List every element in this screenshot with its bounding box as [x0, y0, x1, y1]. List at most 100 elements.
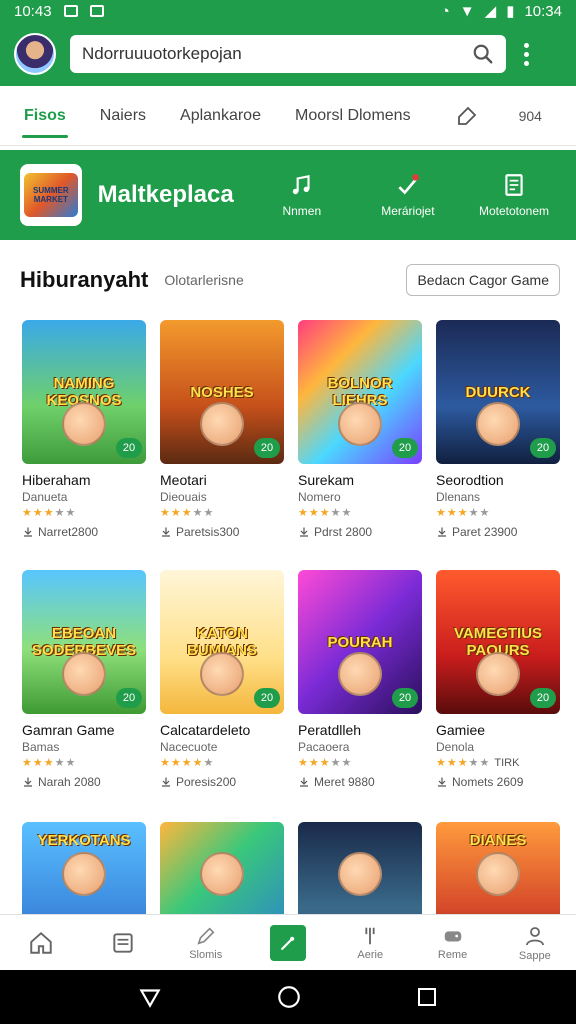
- list-icon: [113, 932, 134, 953]
- game-thumbnail[interactable]: DIANES: [436, 822, 560, 914]
- character-art: [476, 652, 520, 696]
- game-developer: Danueta: [22, 490, 68, 504]
- game-thumbnail[interactable]: DUURCK 20: [436, 320, 560, 464]
- banner-nav-label: Motetotonem: [478, 204, 549, 218]
- game-thumbnail[interactable]: BOLNOR LIEHRS 20: [298, 320, 422, 464]
- nav-reme[interactable]: Reme: [423, 925, 483, 961]
- character-art: [200, 652, 244, 696]
- thumbnail-title: DIANES: [469, 832, 527, 849]
- game-meta-text: Paretsis300: [176, 525, 240, 539]
- game-thumbnail[interactable]: VAMEGTIUS PAOURS 20: [436, 570, 560, 714]
- download-icon: [438, 527, 446, 537]
- game-card-partial[interactable]: YERKOTANS: [22, 822, 146, 914]
- document-icon: [505, 174, 523, 196]
- game-card[interactable]: VAMEGTIUS PAOURS 20 Gamiee Denola ★★★★★ …: [436, 570, 560, 806]
- download-icon: [300, 777, 308, 787]
- tab-count: 904: [518, 107, 542, 124]
- game-grid-partial-row: YERKOTANS DIANES: [22, 822, 562, 914]
- tab-aplankaroe[interactable]: Aplankaroe: [180, 86, 261, 146]
- nav-label: Reme: [437, 948, 468, 961]
- banner-nav-documents[interactable]: Motetotonem: [472, 172, 556, 218]
- nav-aerie[interactable]: Aerie: [340, 925, 400, 961]
- rating-badge: 20: [254, 688, 280, 708]
- game-thumbnail[interactable]: EBEOAN SODERBEVES 20: [22, 570, 146, 714]
- game-meta-text: Narah 2080: [38, 775, 101, 789]
- star-rating: ★★★★★: [160, 757, 215, 769]
- game-thumbnail[interactable]: [160, 822, 284, 914]
- game-title[interactable]: Gamran Game: [22, 722, 146, 738]
- game-title[interactable]: Surekam: [298, 472, 422, 488]
- game-card[interactable]: POURAH 20 Peratdlleh Pacaoera ★★★★★ Mere…: [298, 570, 422, 806]
- nav-sappe[interactable]: Sappe: [505, 924, 565, 962]
- banner-nav-projects[interactable]: Meráriojet: [366, 172, 450, 218]
- nav-slomis[interactable]: Slomis: [176, 925, 236, 961]
- game-card[interactable]: NAMING KEOSNOS 20 Hiberaham Danueta ★★★★…: [22, 320, 146, 556]
- game-meta: Narret2800: [22, 525, 146, 539]
- banner-title: Maltkeplaca: [97, 181, 234, 208]
- game-title[interactable]: Meotari: [160, 472, 284, 488]
- banner-nav-music[interactable]: Nnmen: [260, 172, 344, 218]
- download-icon: [24, 527, 32, 537]
- section-action-button[interactable]: Bedacn Cagor Game: [406, 264, 560, 296]
- game-meta: Paretsis300: [160, 525, 284, 539]
- character-art: [338, 402, 382, 446]
- character-art: [200, 402, 244, 446]
- section-header: Hiburanyaht Olotarlerisne Bedacn Cagor G…: [20, 260, 560, 300]
- game-card-partial[interactable]: [298, 822, 422, 914]
- thumbnail-title: YERKOTANS: [37, 832, 131, 849]
- nav-active[interactable]: [258, 924, 318, 961]
- game-card-partial[interactable]: DIANES: [436, 822, 560, 914]
- status-time-left: 10:43: [14, 2, 52, 20]
- home-circle-icon[interactable]: [276, 984, 302, 1010]
- game-card[interactable]: BOLNOR LIEHRS 20 Surekam Nomero ★★★★★ Pd…: [298, 320, 422, 556]
- character-art: [338, 852, 382, 896]
- banner-nav-label: Meráriojet: [381, 204, 435, 218]
- avatar[interactable]: [14, 33, 56, 75]
- recents-icon[interactable]: [415, 985, 439, 1009]
- tab-moorsl-dlomens[interactable]: Moorsl Dlomens: [295, 86, 411, 146]
- game-card[interactable]: NOSHES 20 Meotari Dieouais ★★★★★ Paretsi…: [160, 320, 284, 556]
- game-developer: Denola: [436, 740, 475, 754]
- game-title[interactable]: Seorodtion: [436, 472, 560, 488]
- pen-icon: [197, 926, 215, 945]
- active-brush-icon[interactable]: [269, 924, 306, 961]
- game-thumbnail[interactable]: POURAH 20: [298, 570, 422, 714]
- game-card[interactable]: KATON BUMIANS 20 Calcatardeleto Nacecuot…: [160, 570, 284, 806]
- game-thumbnail[interactable]: [298, 822, 422, 914]
- game-meta-text: Narret2800: [38, 525, 99, 539]
- game-meta: Narah 2080: [22, 775, 146, 789]
- nav-home[interactable]: [11, 930, 71, 956]
- download-icon: [300, 527, 308, 537]
- download-icon: [24, 777, 32, 787]
- game-meta-text: Pdrst 2800: [314, 525, 373, 539]
- tag-icon[interactable]: [455, 104, 479, 128]
- game-card-partial[interactable]: [160, 822, 284, 914]
- search-icon[interactable]: [472, 43, 494, 65]
- section-title: Hiburanyaht: [20, 267, 149, 292]
- tab-fisos[interactable]: Fisos: [22, 86, 68, 146]
- notification-icon-2: [89, 5, 104, 17]
- game-developer: Pacaoera: [298, 740, 350, 754]
- search-field[interactable]: Ndorruuuotorkepojan: [70, 35, 506, 73]
- music-icon: [292, 175, 310, 195]
- character-art: [476, 402, 520, 446]
- more-menu-icon[interactable]: [524, 42, 529, 66]
- game-thumbnail[interactable]: KATON BUMIANS 20: [160, 570, 284, 714]
- game-thumbnail[interactable]: YERKOTANS: [22, 822, 146, 914]
- game-title[interactable]: Calcatardeleto: [160, 722, 284, 738]
- game-developer: Dieouais: [160, 490, 207, 504]
- nav-list[interactable]: [93, 930, 153, 956]
- rating-badge: 20: [116, 438, 142, 458]
- game-extra: TIRK: [494, 757, 520, 769]
- game-developer: Nomero: [298, 490, 341, 504]
- game-card[interactable]: EBEOAN SODERBEVES 20 Gamran Game Bamas ★…: [22, 570, 146, 806]
- game-title[interactable]: Gamiee: [436, 722, 560, 738]
- search-input[interactable]: Ndorruuuotorkepojan: [82, 44, 472, 64]
- back-icon[interactable]: [137, 984, 163, 1010]
- game-card[interactable]: DUURCK 20 Seorodtion Dlenans ★★★★★ Paret…: [436, 320, 560, 556]
- game-title[interactable]: Hiberaham: [22, 472, 146, 488]
- game-title[interactable]: Peratdlleh: [298, 722, 422, 738]
- tab-naiers[interactable]: Naiers: [100, 86, 146, 146]
- game-thumbnail[interactable]: NOSHES 20: [160, 320, 284, 464]
- game-thumbnail[interactable]: NAMING KEOSNOS 20: [22, 320, 146, 464]
